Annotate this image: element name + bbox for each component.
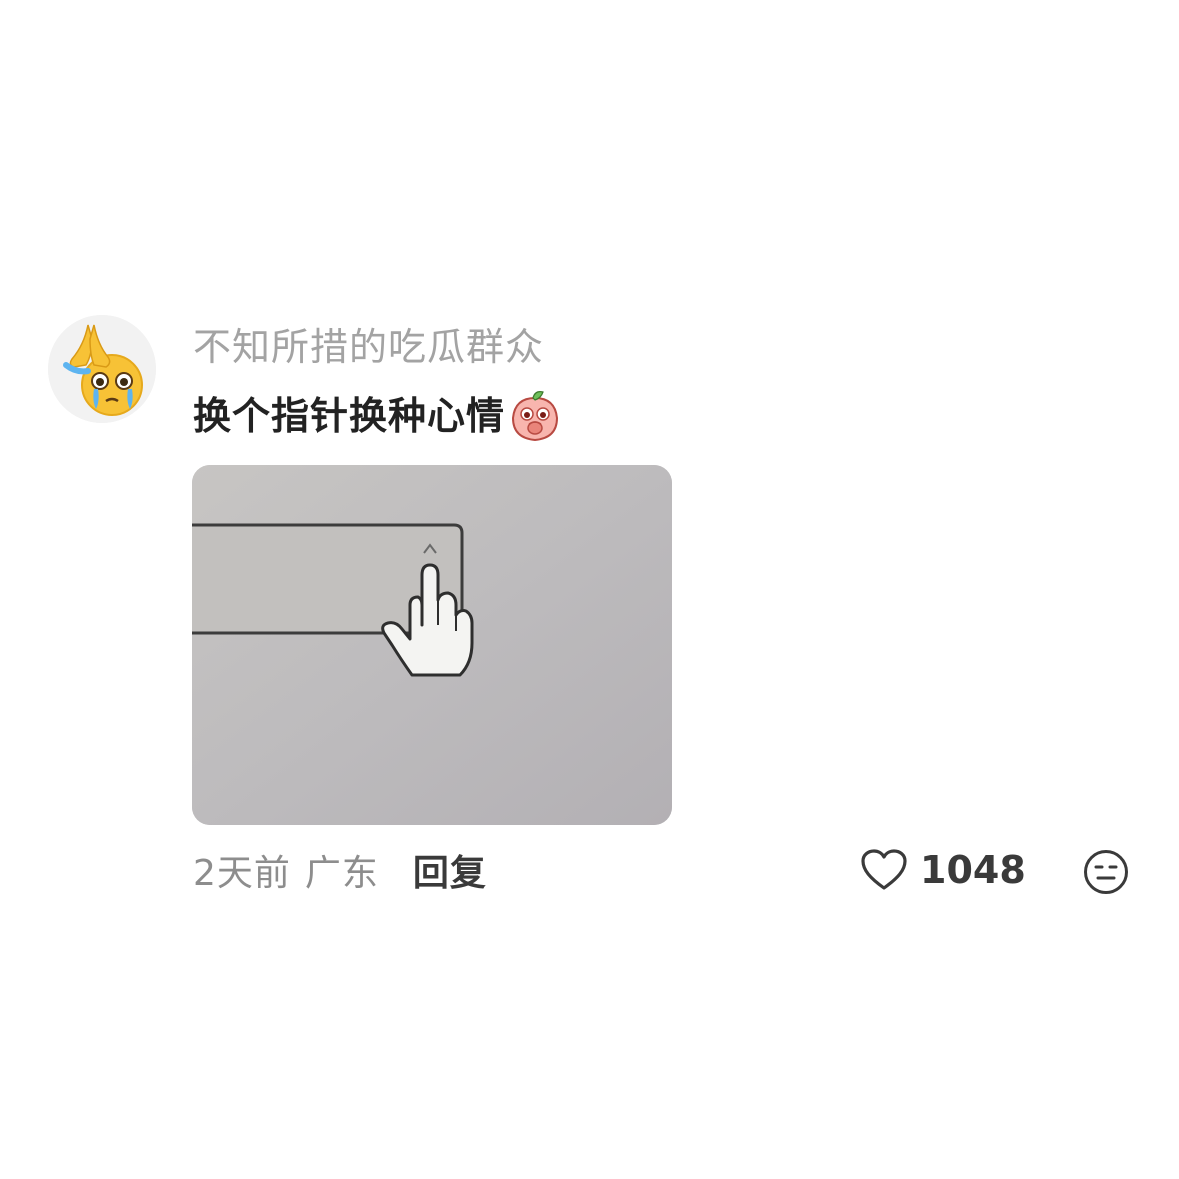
middle-finger-cursor-image [192,465,672,825]
comment-time: 2天前 [193,853,291,894]
like-button[interactable]: 1048 [860,844,1026,896]
like-count: 1048 [920,848,1026,892]
comment-text: 换个指针换种心情 [193,394,506,438]
praying-hands-teary-emoji-icon [48,315,156,423]
user-avatar[interactable] [48,315,156,423]
heart-outline-icon [860,848,908,892]
dislike-button[interactable] [1083,849,1129,895]
blushing-peach-sticker-icon [507,388,563,444]
username[interactable]: 不知所措的吃瓜群众 [193,322,544,372]
comment-meta: 2天前 广东 回复 [193,844,487,896]
meh-face-icon [1084,850,1128,894]
comment-item: 不知所措的吃瓜群众 换个指针换种心情 2天前 广东 回复 1048 [0,0,1179,1179]
comment-body: 换个指针换种心情 [193,388,563,444]
reply-button[interactable]: 回复 [413,844,487,896]
comment-location: 广东 [304,853,379,894]
comment-image[interactable] [192,465,672,825]
